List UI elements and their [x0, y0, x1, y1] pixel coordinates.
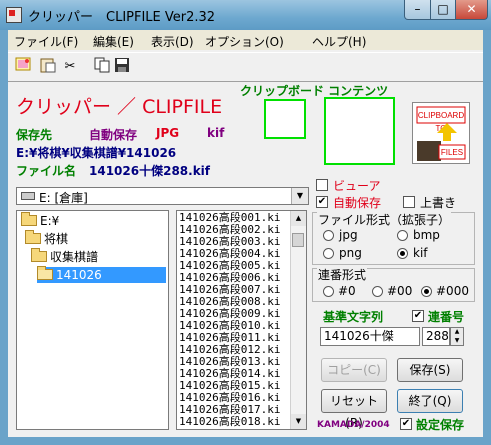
app-window: クリッパー CLIPFILE Ver2.32 – □ ✕ ファイル(F) 編集(…	[0, 0, 491, 445]
format-png-radio[interactable]	[323, 248, 334, 259]
stepper-up-icon[interactable]: ▲	[451, 328, 463, 336]
serial-00-label: #00	[387, 284, 413, 298]
menu-help[interactable]: ヘルプ(H)	[312, 33, 366, 50]
paste-icon[interactable]	[38, 57, 58, 77]
drive-select[interactable]: E: [倉庫] ▼	[16, 187, 309, 205]
menu-view[interactable]: 表示(D)	[151, 33, 194, 50]
serial-0-label: #0	[338, 284, 356, 298]
close-button[interactable]: ✕	[455, 0, 488, 20]
format-bmp-radio[interactable]	[397, 230, 408, 241]
cut-icon[interactable]: ✂	[60, 57, 80, 77]
reset-button[interactable]: リセット(R)	[321, 389, 387, 430]
serial-000-radio[interactable]	[421, 286, 432, 297]
folder-icon	[25, 230, 41, 244]
serial-000-label: #000	[436, 284, 469, 298]
tree-node-label: 141026	[56, 268, 102, 282]
chevron-down-icon[interactable]: ▼	[291, 188, 308, 204]
app-icon[interactable]	[6, 7, 22, 23]
logo-text-top: CLIPBOARD	[418, 111, 464, 120]
tree-node-label: 将棋	[44, 232, 69, 246]
autosave-checkbox[interactable]: ✔	[316, 196, 328, 208]
base-string-label: 基準文字列	[323, 310, 384, 324]
author-credit: KAMADA/2004	[317, 420, 390, 430]
serial-checkbox[interactable]: ✔	[412, 310, 424, 322]
overwrite-checkbox[interactable]	[403, 196, 415, 208]
overwrite-label: 上書き	[420, 196, 457, 210]
stepper-down-icon[interactable]: ▼	[451, 337, 463, 345]
format-bmp-label: bmp	[413, 228, 440, 242]
minimize-button[interactable]: –	[404, 0, 431, 20]
window-title: クリッパー CLIPFILE Ver2.32	[28, 10, 216, 25]
menu-file[interactable]: ファイル(F)	[14, 33, 78, 50]
list-item[interactable]: 141026高段018.ki	[179, 416, 280, 428]
viewer-label: ビューア	[333, 179, 381, 193]
logo-text-bot: FILES	[441, 148, 463, 157]
format-jpg-indicator: JPG	[156, 126, 180, 140]
folder-open-icon	[37, 266, 53, 280]
save-path: E:¥将棋¥収集棋譜¥141026	[16, 146, 177, 160]
base-string-input[interactable]: 141026十傑	[320, 327, 420, 346]
pictures-icon[interactable]	[14, 57, 34, 77]
format-jpg-radio[interactable]	[323, 230, 334, 241]
file-format-group: ファイル形式（拡張子） jpg bmp png kif	[312, 211, 475, 265]
tree-node[interactable]: 将棋	[25, 230, 69, 247]
folder-icon	[31, 248, 47, 262]
autosave-label: 自動保存	[333, 196, 382, 210]
save-settings-label: 設定保存	[416, 418, 465, 432]
folder-icon	[21, 212, 37, 226]
format-png-label: png	[339, 246, 362, 260]
app-heading: クリッパー ／ CLIPFILE	[16, 96, 223, 118]
copy-button[interactable]: コピー(C)	[321, 358, 387, 382]
clipboard-preview	[324, 97, 395, 165]
tree-node-label: 収集棋譜	[50, 250, 99, 264]
format-kif-label: kif	[413, 246, 428, 260]
scroll-thumb[interactable]	[292, 233, 304, 247]
client-area: ファイル(F) 編集(E) 表示(D) オプション(O) ヘルプ(H) ✂ クリ…	[8, 30, 483, 437]
clipboard-to-files-logo: CLIPBOARD TO FILES	[412, 102, 470, 164]
copy-icon[interactable]	[92, 57, 112, 77]
format-kif-radio[interactable]	[397, 248, 408, 259]
serial-number-input[interactable]: 288	[422, 327, 450, 346]
save-icon[interactable]	[112, 57, 132, 77]
serial-format-group: 連番形式 #0 #00 #000	[312, 266, 475, 302]
format-jpg-label: jpg	[339, 228, 358, 242]
file-format-title: ファイル形式（拡張子）	[317, 211, 452, 228]
file-list[interactable]: 141026高段001.ki 141026高段002.ki 141026高段00…	[176, 210, 307, 430]
exit-button[interactable]: 終了(Q)	[397, 389, 463, 413]
save-button[interactable]: 保存(S)	[397, 358, 463, 382]
tree-node[interactable]: 収集棋譜	[31, 248, 99, 265]
tree-node[interactable]: E:¥	[21, 212, 60, 229]
filename-value: 141026十傑288.kif	[89, 164, 211, 178]
serial-00-radio[interactable]	[372, 286, 383, 297]
scroll-up-icon[interactable]: ▲	[291, 211, 306, 226]
maximize-button[interactable]: □	[430, 0, 456, 20]
serial-number-stepper[interactable]: ▲ ▼	[450, 327, 464, 346]
menu-bar: ファイル(F) 編集(E) 表示(D) オプション(O) ヘルプ(H)	[8, 30, 483, 50]
auto-save-status: 自動保存	[89, 128, 138, 142]
menu-edit[interactable]: 編集(E)	[93, 33, 134, 50]
serial-format-title: 連番形式	[317, 266, 368, 283]
drive-value: E: [倉庫]	[39, 191, 88, 205]
tree-node-selected[interactable]: 141026	[37, 266, 166, 283]
viewer-checkbox[interactable]	[316, 179, 328, 191]
save-settings-checkbox[interactable]: ✔	[400, 418, 412, 430]
drive-icon	[21, 192, 35, 200]
filename-label: ファイル名	[16, 164, 77, 178]
format-kif-indicator: kif	[207, 126, 225, 140]
clipboard-thumbnail-small	[264, 99, 306, 139]
tree-node-label: E:¥	[40, 214, 60, 228]
serial-0-radio[interactable]	[323, 286, 334, 297]
menu-options[interactable]: オプション(O)	[205, 33, 284, 50]
file-list-scrollbar[interactable]: ▲ ▼	[290, 211, 306, 429]
folder-tree[interactable]: E:¥ 将棋 収集棋譜 141026	[16, 210, 169, 430]
save-dest-label: 保存先	[16, 128, 53, 142]
toolbar: ✂	[8, 52, 483, 82]
scroll-down-icon[interactable]: ▼	[291, 414, 306, 429]
serial-label: 連番号	[428, 310, 465, 324]
title-bar[interactable]: クリッパー CLIPFILE Ver2.32 – □ ✕	[0, 0, 491, 30]
